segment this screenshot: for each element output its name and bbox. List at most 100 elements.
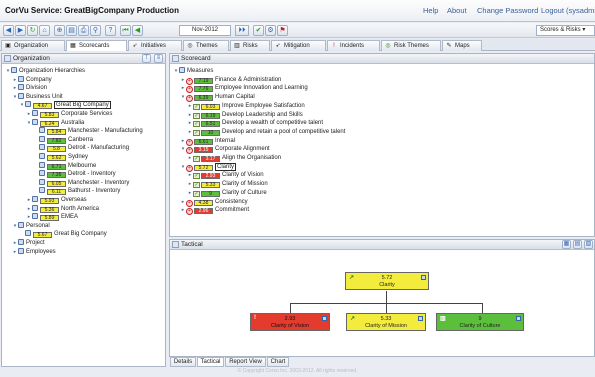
scorecard-tree-row[interactable]: ▾ +3.15 Corporate Alignment [180, 145, 270, 155]
org-unit-icon [18, 247, 24, 254]
scorecard-tree-label: Clarity of Mission [222, 181, 268, 188]
org-tree-row[interactable]: ▾ Organization Hierarchies [5, 67, 85, 75]
collapse-icon[interactable]: ▾ [180, 163, 186, 171]
scorecard-tree-row[interactable]: ▸ +7.76 Employee Innovation and Learning [180, 84, 308, 94]
node-info-icon[interactable] [322, 316, 327, 321]
tactical-export-icon[interactable]: ▧ [584, 240, 593, 249]
org-tree-row[interactable]: 6.05 Manchester - Inventory [33, 178, 130, 187]
organization-panel-header: Organization [2, 54, 165, 64]
settings-icon[interactable]: ⚙ [265, 25, 276, 36]
scorecard-tree-row[interactable]: ▾ +5.72 Clarity [180, 162, 237, 172]
print-icon[interactable]: ⎙ [78, 25, 89, 36]
tactical-root-node[interactable]: ↗ 5.72 Clarity [345, 272, 429, 290]
org-tree-row[interactable]: ▸ 5.36 North America [26, 204, 99, 213]
node-info-icon[interactable] [418, 316, 423, 321]
score-badge: 6.61 [194, 138, 213, 145]
org-tree-row[interactable]: ▸ Project [12, 239, 45, 247]
scorecard-tree-row[interactable]: ▸ +2.96 Commitment [180, 206, 249, 216]
org-tree-label: Project [26, 240, 45, 246]
scorecard-tree-row[interactable]: ▸ ✓ 6.51 Develop a wealth of competitive ta… [187, 119, 323, 128]
tab-themes[interactable]: ◎ Themes [183, 40, 229, 51]
tab-maps[interactable]: ✎ Maps [442, 40, 482, 51]
org-tree-row[interactable]: ▸ Division [12, 84, 47, 92]
scorecard-tree-row[interactable]: ▸ +7.19 Finance & Administration [180, 76, 281, 85]
view-select[interactable]: Scores & Risks ▾ [536, 25, 595, 36]
help-icon[interactable]: ? [105, 25, 116, 36]
org-tree-row[interactable]: ▾ 6.24 Australia [26, 118, 84, 127]
org-tree-row[interactable]: 5.62 Sydney [33, 153, 88, 161]
next-period-icon[interactable]: ⏵⏵ [235, 25, 249, 36]
search-icon[interactable]: ⚲ [90, 25, 101, 36]
change-password-link[interactable]: Change Password [477, 6, 538, 15]
refresh-icon[interactable]: ↻ [27, 25, 38, 36]
tab-risk-themes[interactable]: ◎ Risk Themes [381, 40, 441, 51]
org-tree-label: Manchester - Inventory [68, 179, 130, 186]
panel-menu-icon[interactable]: ≡ [154, 54, 163, 63]
org-tree-row[interactable]: 6.11 Bathurst - Inventory [33, 187, 120, 196]
zoom-icon[interactable]: ⊕ [54, 25, 65, 36]
tab-report-view[interactable]: Report View [225, 357, 266, 367]
scorecard-tree-row[interactable]: ▸ ✓ 6.03 Improve Employee Satisfaction [187, 102, 305, 110]
score-badge: 5.33 [201, 182, 220, 189]
scorecard-tree-row[interactable]: ▾ +6.39 Human Capital [180, 93, 255, 103]
org-tree-row[interactable]: ▾ Business Unit [12, 92, 63, 101]
tactical-child-node[interactable]: ↗ 5.33 Clarity of Mission [346, 313, 426, 331]
node-info-icon[interactable] [516, 316, 521, 321]
scorecard-tree-row[interactable]: ▸ +4.38 Consistency [180, 198, 248, 207]
org-tree-row[interactable]: ▸ Company [12, 75, 52, 84]
tab-details[interactable]: Details [170, 357, 196, 367]
apply-icon[interactable]: ✔ [253, 25, 264, 36]
org-tree-row[interactable]: 6.71 Melbourne [33, 161, 96, 170]
previous-period-icon[interactable]: ◀ [132, 25, 143, 36]
hierarchy-icon[interactable]: ⊤ [142, 54, 151, 63]
scorecard-tree-row[interactable]: ▸ ✓ 5.33 Clarity of Mission [187, 180, 268, 189]
org-tree-row[interactable]: ▾ 4.67 Great Big Company [19, 101, 111, 110]
score-badge: 6.39 [194, 95, 213, 102]
tab-chart[interactable]: Chart [267, 357, 289, 367]
first-period-icon[interactable]: ⏮ [120, 25, 131, 36]
scorecard-tree-row[interactable]: ▾ Measures [173, 67, 213, 75]
home-icon[interactable]: ⌂ [39, 25, 50, 36]
org-tree-row[interactable]: ▸ 5.83 Corporate Services [26, 110, 112, 118]
tactical-view-icon[interactable]: ▦ [562, 240, 571, 249]
score-badge: 2.96 [194, 208, 213, 215]
tab-mitigation[interactable]: ➶ Mitigation [271, 40, 326, 51]
org-tree-row[interactable]: 5.8 Detroit - Manufacturing [33, 144, 129, 153]
org-tree-row[interactable]: 7.82 Canberra [33, 135, 93, 144]
tab-organization[interactable]: ▣ Organization [1, 40, 65, 51]
tab-tactical[interactable]: Tactical [197, 357, 224, 367]
period-field[interactable]: Nov-2012 [179, 25, 231, 36]
tab-initiatives[interactable]: ➶ Initiatives [128, 40, 182, 51]
about-link[interactable]: About [447, 6, 467, 15]
tab-risks[interactable]: ▥ Risks [230, 40, 270, 51]
org-tree-row[interactable]: ▸ Employees [12, 247, 56, 256]
chart-icon[interactable]: ▤ [66, 25, 77, 36]
scorecard-tree-row[interactable]: ▸ +6.61 Internal [180, 137, 235, 146]
org-tree-row[interactable]: 5.84 Manchester - Manufacturing [33, 127, 143, 136]
tactical-child-node[interactable]: ▥ 9 Clarity of Culture [436, 313, 524, 331]
scorecard-tree-row[interactable]: ▸ ✓ 10 Develop and retain a pool of competi… [187, 128, 345, 136]
tactical-child-node[interactable]: ! 2.93 Clarity of Vision [250, 313, 330, 331]
expand-icon[interactable]: ▸ [180, 137, 186, 145]
scorecard-tree-row[interactable]: ▸ ✓ 9 Clarity of Culture [187, 189, 267, 197]
scorecard-tree-row[interactable]: ▸ ✓ 3.17 Align the Organisation [187, 154, 281, 162]
logout-link[interactable]: Logout (sysadmi [541, 6, 595, 15]
forward-icon[interactable]: ▶ [15, 25, 26, 36]
help-link[interactable]: Help [423, 6, 438, 15]
org-tree-row[interactable]: 5.67 Great Big Company [19, 230, 107, 239]
org-tree-row[interactable]: ▸ 5.93 Overseas [26, 196, 87, 204]
tactical-layout-icon[interactable]: ▤ [573, 240, 582, 249]
node-info-icon[interactable] [421, 275, 426, 280]
score-badge: 6.24 [40, 120, 59, 127]
score-badge: 5.84 [47, 129, 66, 136]
org-tree-row[interactable]: 7.36 Detroit - Inventory [33, 170, 116, 179]
back-icon[interactable]: ◀ [3, 25, 14, 36]
org-tree-row[interactable]: ▸ 5.89 EMEA [26, 213, 78, 222]
scorecard-tree-row[interactable]: ▸ ✓ 2.93 Clarity of Vision [187, 171, 264, 180]
flag-icon[interactable]: ⚑ [277, 25, 288, 36]
org-tree-row[interactable]: ▾ Personal [12, 221, 50, 230]
scorecard-tree-row[interactable]: ▸ ✓ 6.19 Develop Leadership and Skills [187, 111, 303, 119]
tab-incidents[interactable]: ! Incidents [327, 40, 380, 51]
tab-scorecards[interactable]: ▦ Scorecards [66, 40, 127, 51]
expand-icon[interactable]: ▸ [180, 76, 186, 84]
